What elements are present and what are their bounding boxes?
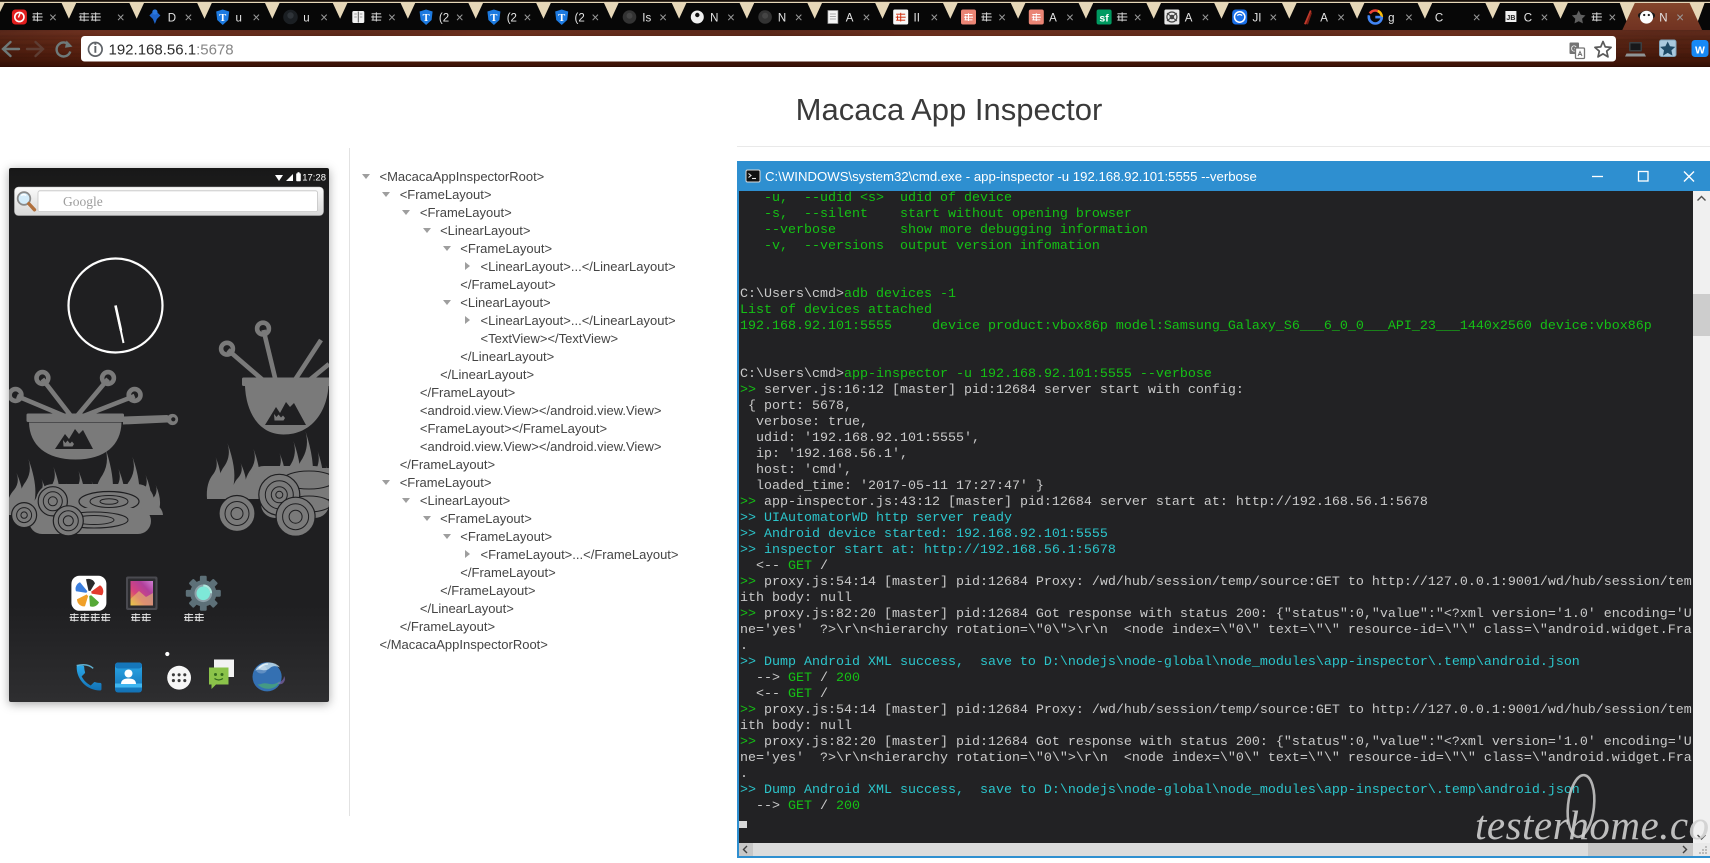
svg-text:Is: Is (642, 13, 651, 25)
svg-text:×: × (1405, 10, 1413, 25)
svg-text:×: × (49, 10, 57, 25)
svg-text:×: × (252, 10, 260, 25)
svg-text:C: C (1524, 13, 1532, 25)
svg-text:(2: (2 (439, 13, 449, 25)
svg-text:g: g (1388, 13, 1394, 25)
svg-text:II: II (914, 13, 920, 25)
svg-text:×: × (1541, 10, 1549, 25)
svg-text:C: C (1435, 13, 1443, 25)
svg-text:A: A (1320, 13, 1328, 25)
svg-text:×: × (388, 10, 396, 25)
svg-text:(2: (2 (575, 13, 585, 25)
svg-text:×: × (659, 10, 667, 25)
svg-text:×: × (727, 10, 735, 25)
svg-text:×: × (1676, 10, 1684, 25)
svg-text:T: T (558, 13, 565, 24)
svg-text:×: × (185, 10, 193, 25)
svg-text:×: × (1066, 10, 1074, 25)
svg-text:sf: sf (1099, 13, 1109, 25)
svg-text:×: × (795, 10, 803, 25)
svg-text:×: × (524, 10, 532, 25)
svg-text:A: A (1049, 13, 1057, 25)
svg-text:×: × (320, 10, 328, 25)
svg-text:×: × (998, 10, 1006, 25)
svg-text:×: × (117, 10, 125, 25)
svg-text:×: × (1337, 10, 1345, 25)
svg-text:17:28: 17:28 (302, 173, 326, 184)
svg-text:C:\WINDOWS\system32\cmd.exe -: C:\WINDOWS\system32\cmd.exe - app-inspec… (765, 169, 1257, 184)
svg-text:N: N (710, 13, 718, 25)
svg-text:T: T (219, 13, 226, 24)
svg-text:JB: JB (1506, 15, 1515, 22)
svg-text:×: × (1473, 10, 1481, 25)
svg-text:u: u (236, 13, 242, 25)
svg-text:Google: Google (63, 194, 103, 209)
svg-text:N: N (778, 13, 786, 25)
svg-text:×: × (863, 10, 871, 25)
svg-text:×: × (1202, 10, 1210, 25)
svg-text:×: × (1269, 10, 1277, 25)
svg-text:×: × (1608, 10, 1616, 25)
svg-text:A: A (846, 13, 854, 25)
svg-text:×: × (930, 10, 938, 25)
svg-text:D: D (168, 13, 176, 25)
svg-text:192.168.56.1:5678: 192.168.56.1:5678 (109, 41, 234, 58)
svg-text:(2: (2 (507, 13, 517, 25)
svg-text:T: T (490, 13, 497, 24)
svg-text:JI: JI (1253, 13, 1262, 25)
svg-text:T: T (423, 13, 430, 24)
svg-text:×: × (591, 10, 599, 25)
svg-text:A: A (1185, 13, 1193, 25)
svg-text:u: u (303, 13, 309, 25)
svg-text:N: N (1659, 13, 1667, 25)
svg-text:testerhome.com: testerhome.com (1475, 802, 1710, 848)
svg-text:×: × (1134, 10, 1142, 25)
svg-text:w: w (1694, 43, 1705, 57)
svg-text:×: × (456, 10, 464, 25)
